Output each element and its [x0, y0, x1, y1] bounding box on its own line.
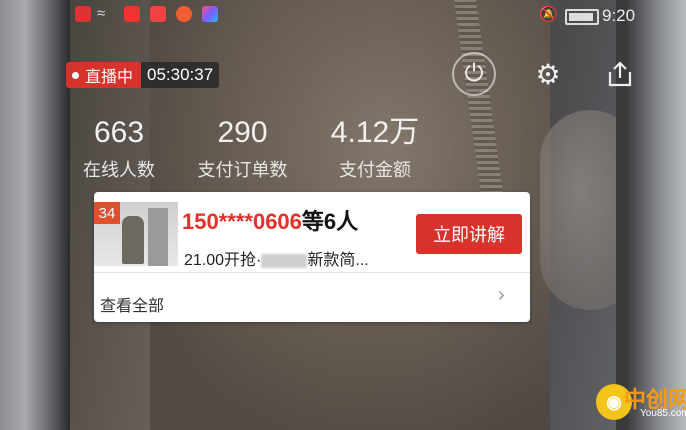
mute-icon: 🔕 — [539, 6, 558, 23]
live-timer: 05:30:37 — [141, 62, 220, 88]
card-divider — [94, 272, 530, 273]
product-desc-suffix: 新款简... — [307, 252, 369, 269]
stat-online-count: 663 在线人数 — [74, 116, 164, 182]
product-card[interactable]: 34 150****0606等6人 立即讲解 21.00开抢· 新款简... 查看… — [94, 192, 530, 322]
stat-value: 290 — [217, 116, 268, 149]
live-badge-label: 直播中 — [85, 69, 134, 86]
battery-icon — [565, 9, 599, 25]
app-notification-icon — [176, 6, 192, 22]
app-notification-icon — [75, 6, 91, 22]
stat-payment-amount: 4.12万 支付金额 — [320, 116, 430, 182]
phone-bezel-left — [0, 0, 70, 430]
buyer-suffix: 等6人 — [301, 209, 359, 234]
status-time: 9:20 — [602, 6, 636, 25]
stat-label: 支付金额 — [339, 160, 411, 180]
stat-value: 4.12万 — [330, 116, 420, 149]
stat-label: 在线人数 — [83, 160, 155, 180]
buyer-masked-phone: 150****0606 — [182, 209, 302, 234]
product-index-badge: 34 — [94, 202, 120, 224]
share-button[interactable] — [598, 52, 642, 96]
stat-value: 663 — [93, 116, 145, 149]
share-icon — [608, 61, 632, 87]
stat-label: 支付订单数 — [197, 160, 288, 180]
thumbnail-door — [148, 208, 168, 266]
thumbnail-model — [122, 216, 144, 264]
buyer-info: 150****0606等6人 — [182, 204, 358, 236]
product-description: 21.00开抢· 新款简... — [184, 246, 369, 270]
view-all-link[interactable]: 查看全部 — [100, 292, 164, 316]
power-button[interactable]: ⏻ — [452, 52, 496, 96]
explain-now-button[interactable]: 立即讲解 — [416, 214, 522, 254]
status-bar: ≈ 🔕 9:20 — [75, 2, 655, 28]
product-desc-prefix: 21.00开抢· — [184, 252, 262, 269]
gear-icon: ⚙ — [535, 58, 561, 90]
live-dot-icon — [72, 71, 79, 79]
stat-order-count: 290 支付订单数 — [190, 116, 295, 182]
power-icon: ⏻ — [464, 60, 484, 87]
watermark: ◉ 中创网 You85.com — [596, 378, 686, 430]
wifi-icon: ≈ — [97, 5, 106, 22]
settings-button[interactable]: ⚙ — [526, 52, 570, 96]
live-badge: 直播中 — [66, 62, 142, 88]
app-notification-icon — [202, 6, 218, 22]
app-notification-icon — [150, 6, 166, 22]
video-app-icon — [124, 6, 140, 22]
chevron-right-icon[interactable]: › — [498, 284, 505, 307]
blurred-text — [261, 253, 308, 268]
watermark-sub: You85.com — [640, 408, 686, 419]
live-status: 直播中 05:30:37 — [66, 62, 220, 88]
